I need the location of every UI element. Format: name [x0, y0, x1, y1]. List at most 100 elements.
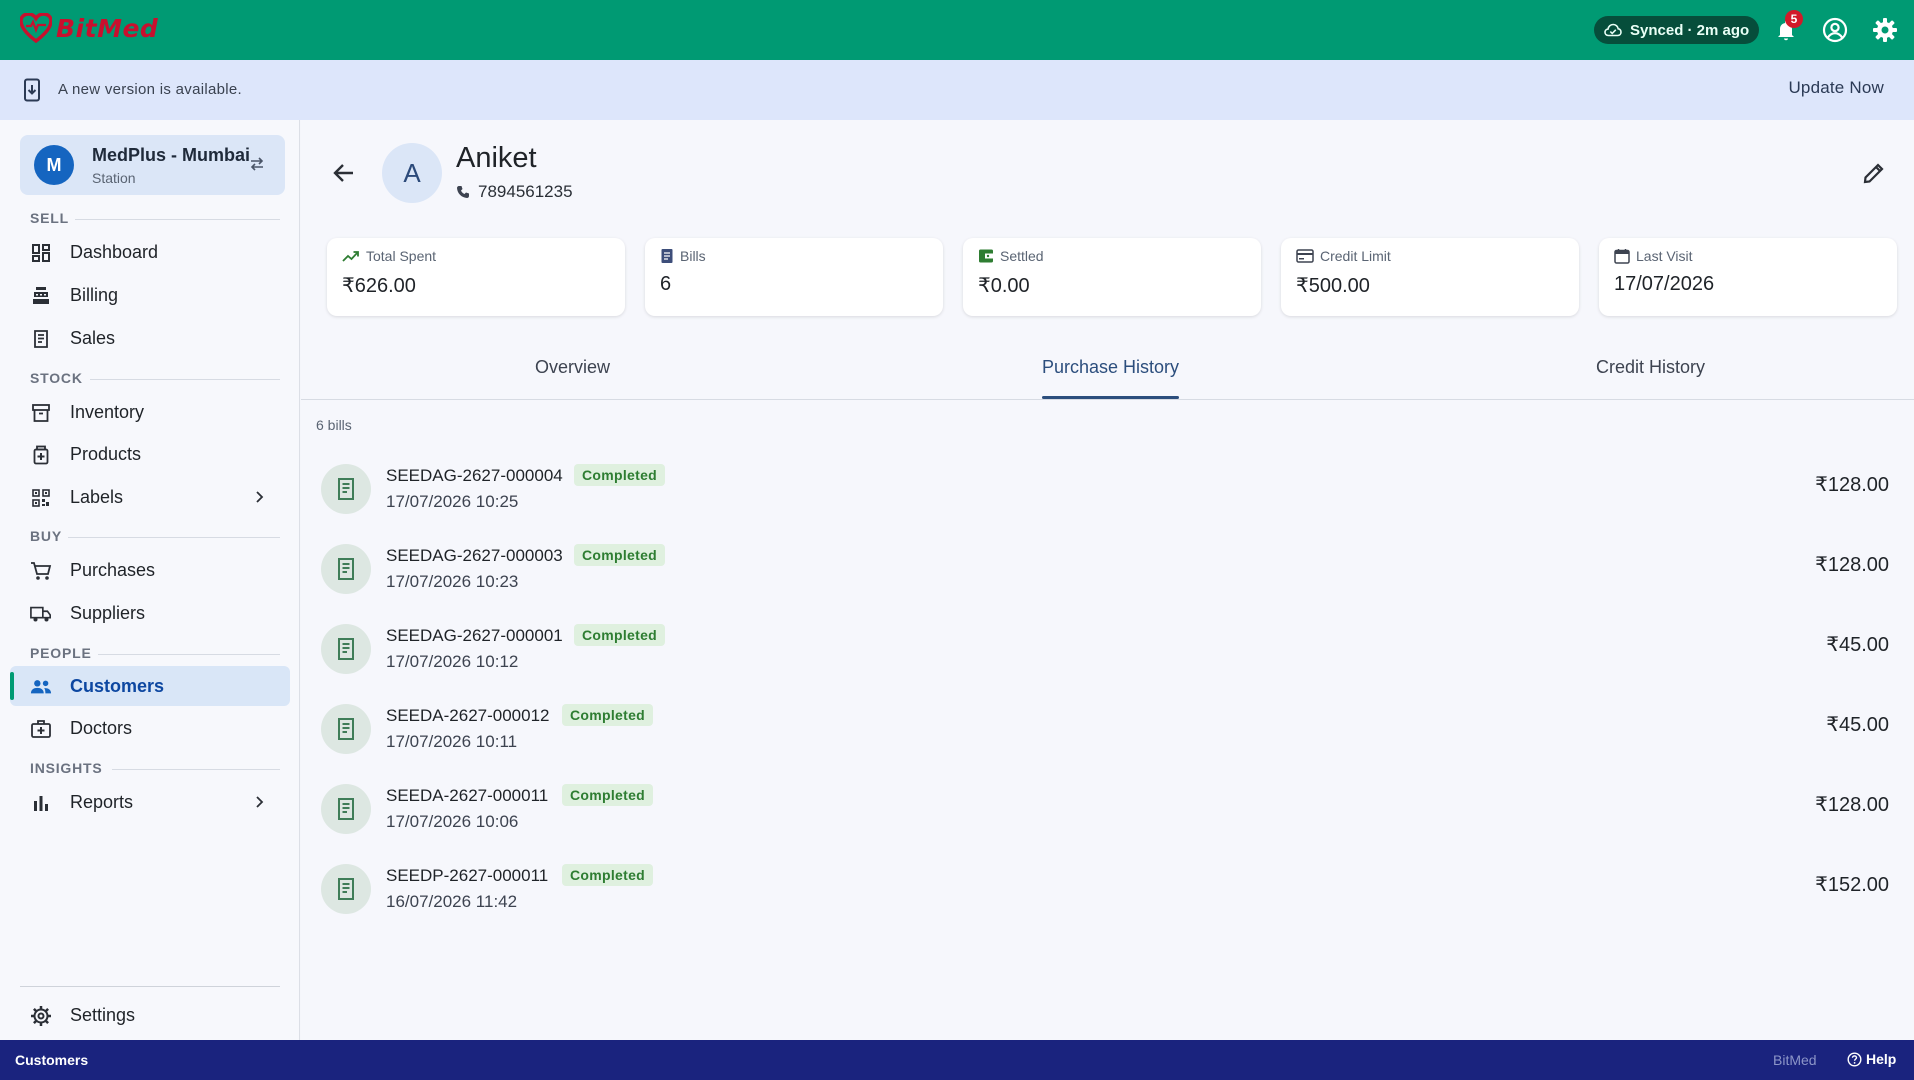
sidebar-item-label: Inventory: [70, 401, 145, 422]
customer-name: Aniket: [456, 142, 537, 174]
sidebar-item-inventory[interactable]: Inventory: [10, 392, 290, 432]
bill-row[interactable]: SEEDP-2627-000011 Completed 16/07/2026 1…: [301, 850, 1914, 930]
store-type: Station: [92, 170, 136, 186]
update-message: A new version is available.: [58, 81, 243, 98]
section-divider: [98, 654, 280, 655]
bill-amount: ₹45.00: [1826, 634, 1889, 656]
status-badge: Completed: [562, 704, 654, 726]
sidebar-item-doctors[interactable]: Doctors: [10, 708, 290, 748]
stat-value: ₹626.00: [342, 275, 416, 297]
bill-number: SEEDAG-2627-000003: [386, 546, 563, 565]
stat-bills: Bills 6: [645, 238, 943, 316]
receipt-icon: [661, 249, 673, 263]
bill-row[interactable]: SEEDAG-2627-000004 Completed 17/07/2026 …: [301, 450, 1914, 530]
bill-row[interactable]: SEEDAG-2627-000003 Completed 17/07/2026 …: [301, 530, 1914, 610]
customer-detail-panel: A Aniket 7894561235 Total Spent ₹626.00 …: [301, 120, 1914, 1040]
sidebar-item-purchases[interactable]: Purchases: [10, 550, 290, 590]
sidebar-item-customers[interactable]: Customers: [10, 666, 290, 706]
sidebar-item-dashboard[interactable]: Dashboard: [10, 232, 290, 272]
bill-amount: ₹45.00: [1826, 714, 1889, 736]
sidebar-item-sales[interactable]: Sales: [10, 318, 290, 358]
tab-credit-history[interactable]: Credit History: [1596, 357, 1705, 378]
sidebar-item-label: Customers: [70, 675, 165, 696]
bill-number: SEEDA-2627-000011: [386, 786, 549, 805]
dashboard-icon: [30, 242, 52, 264]
stat-settled: Settled ₹0.00: [963, 238, 1261, 316]
trending-up-icon: [342, 251, 359, 262]
section-divider: [90, 379, 280, 380]
stat-label: Bills: [660, 248, 706, 264]
bill-number: SEEDA-2627-000012: [386, 706, 550, 725]
app-logo[interactable]: BitMed: [20, 13, 158, 43]
stat-credit-limit: Credit Limit ₹500.00: [1281, 238, 1579, 316]
chevron-right-icon: [256, 491, 264, 503]
bill-datetime: 16/07/2026 11:42: [386, 892, 518, 911]
sidebar-item-label: Labels: [70, 486, 124, 507]
stat-value: ₹500.00: [1296, 275, 1370, 297]
sidebar-item-settings[interactable]: Settings: [10, 995, 290, 1035]
inventory-box-icon: [30, 402, 52, 424]
sidebar-item-suppliers[interactable]: Suppliers: [10, 593, 290, 633]
arrow-back-icon: [333, 164, 353, 182]
qr-code-icon: [30, 487, 52, 509]
sidebar-item-label: Products: [70, 443, 142, 464]
medicine-bottle-icon: [30, 444, 52, 466]
sidebar-divider: [20, 986, 280, 987]
pencil-icon: [1863, 163, 1884, 184]
wallet-icon: [979, 249, 993, 263]
sidebar-item-label: Settings: [70, 1004, 136, 1025]
bill-row[interactable]: SEEDAG-2627-000001 Completed 17/07/2026 …: [301, 610, 1914, 690]
sidebar-item-products[interactable]: Products: [10, 434, 290, 474]
section-divider: [112, 769, 280, 770]
phone-icon: [457, 186, 469, 198]
receipt-long-icon: [321, 544, 371, 594]
truck-icon: [30, 603, 52, 625]
status-badge: Completed: [562, 864, 654, 886]
shopping-cart-icon: [30, 560, 52, 582]
sidebar: M MedPlus - Mumbai Station SELL Dashboar…: [0, 120, 300, 1040]
stat-value: 6: [660, 273, 672, 295]
sidebar-item-label: Dashboard: [70, 241, 159, 262]
bill-number: SEEDP-2627-000011: [386, 866, 549, 885]
credit-card-icon: [1296, 249, 1314, 263]
back-button[interactable]: [331, 160, 357, 191]
stat-value: 17/07/2026: [1614, 273, 1715, 295]
sidebar-item-labels[interactable]: Labels: [10, 477, 290, 517]
tab-overview[interactable]: Overview: [535, 357, 610, 378]
receipt-long-icon: [321, 464, 371, 514]
gear-icon: [1873, 18, 1897, 42]
receipt-icon: [30, 328, 52, 350]
account-button[interactable]: [1820, 15, 1850, 45]
cash-register-icon: [30, 285, 52, 307]
settings-button[interactable]: [1870, 15, 1900, 45]
calendar-icon: [1614, 249, 1630, 264]
update-banner: A new version is available. Update Now: [0, 60, 1914, 120]
help-button[interactable]: Help: [1847, 1051, 1896, 1067]
bill-datetime: 17/07/2026 10:25: [386, 492, 519, 511]
stat-label: Last Visit: [1614, 248, 1693, 264]
sync-status-badge[interactable]: Synced · 2m ago: [1594, 16, 1760, 44]
active-tab-indicator: [1042, 396, 1179, 399]
sidebar-item-reports[interactable]: Reports: [10, 782, 290, 822]
bill-row[interactable]: SEEDA-2627-000011 Completed 17/07/2026 1…: [301, 770, 1914, 850]
sidebar-item-billing[interactable]: Billing: [10, 275, 290, 315]
status-badge: Completed: [574, 464, 666, 486]
bill-row[interactable]: SEEDA-2627-000012 Completed 17/07/2026 1…: [301, 690, 1914, 770]
cloud-icon: [1604, 23, 1622, 37]
stat-value: ₹0.00: [978, 275, 1030, 297]
tab-purchase-history[interactable]: Purchase History: [1042, 357, 1179, 378]
bill-datetime: 17/07/2026 10:11: [386, 732, 518, 751]
sidebar-item-label: Sales: [70, 327, 116, 348]
customer-avatar: A: [382, 143, 442, 203]
receipt-long-icon: [321, 624, 371, 674]
edit-customer-button[interactable]: [1861, 160, 1887, 191]
update-now-button[interactable]: Update Now: [1788, 78, 1884, 98]
sidebar-item-label: Purchases: [70, 559, 156, 580]
heart-logo-icon: [20, 13, 52, 43]
status-badge: Completed: [562, 784, 654, 806]
store-switcher[interactable]: M MedPlus - Mumbai Station: [20, 135, 285, 195]
account-circle-icon: [1822, 17, 1848, 43]
stat-label: Settled: [978, 248, 1044, 264]
settings-gear-icon: [30, 1005, 52, 1027]
receipt-long-icon: [321, 864, 371, 914]
